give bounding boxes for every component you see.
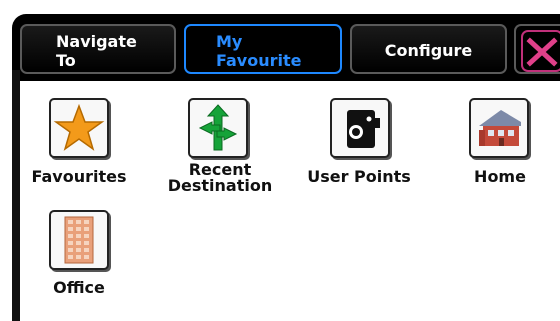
tab-my-favourite[interactable]: My Favourite — [184, 24, 342, 74]
home-label: Home — [474, 167, 526, 186]
favourites-label: Favourites — [31, 167, 127, 186]
device-bezel — [12, 70, 20, 321]
star-icon — [53, 103, 105, 151]
tab-configure[interactable]: Configure — [350, 24, 507, 74]
close-button[interactable] — [514, 24, 560, 74]
office-building-icon — [64, 216, 94, 264]
close-icon — [521, 30, 560, 72]
user-points-button[interactable] — [330, 98, 390, 158]
tab-favourite-label-line1: My — [216, 32, 243, 51]
favourites-button[interactable] — [49, 98, 109, 158]
home-button[interactable] — [469, 98, 529, 158]
user-points-label: User Points — [307, 167, 411, 186]
speed-camera-icon — [347, 110, 380, 148]
tab-navigate-to[interactable]: Navigate To — [20, 24, 176, 74]
route-arrows-icon — [198, 104, 238, 151]
recent-destination-label: Recent Destination — [167, 160, 273, 195]
tab-favourite-label-line2: Favourite — [216, 51, 302, 70]
tab-configure-label: Configure — [384, 41, 473, 60]
office-label: Office — [53, 278, 105, 297]
tab-navigate-label-line1: Navigate — [56, 32, 137, 51]
house-icon — [479, 110, 521, 146]
office-button[interactable] — [49, 210, 109, 270]
recent-destination-button[interactable] — [188, 98, 248, 158]
tab-navigate-label-line2: To — [56, 51, 76, 70]
